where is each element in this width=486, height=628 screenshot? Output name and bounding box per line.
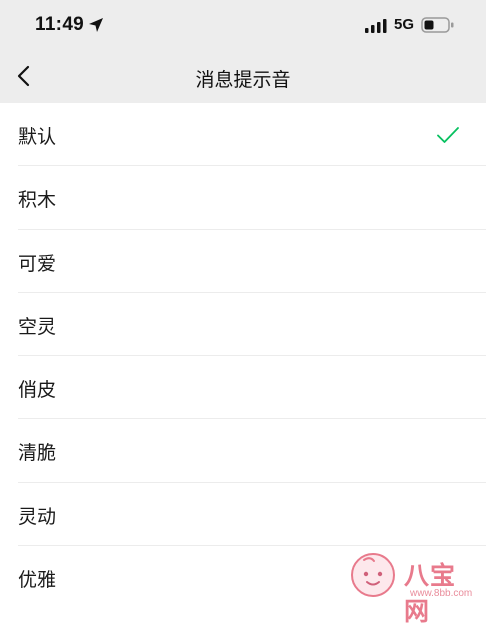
sound-option-label: 默认 bbox=[18, 126, 57, 148]
sound-option-playful[interactable]: 俏皮 bbox=[0, 356, 486, 420]
sound-option-label: 积木 bbox=[18, 189, 57, 212]
page-title: 消息提示音 bbox=[195, 69, 291, 91]
baby-face-icon bbox=[351, 553, 395, 597]
navigation-bar: 消息提示音 bbox=[0, 50, 486, 103]
sound-option-label: 灵动 bbox=[18, 505, 57, 528]
sound-option-blocks[interactable]: 积木 bbox=[0, 166, 486, 230]
sound-list: 默认 积木 可爱 空灵 俏皮 清脆 灵动 优雅 bbox=[0, 103, 486, 610]
status-time: 11:49 bbox=[35, 14, 85, 35]
header-area: 11:49 5G 消息提示音 bbox=[0, 0, 486, 103]
sound-option-default[interactable]: 默认 bbox=[0, 103, 486, 167]
sound-option-label: 优雅 bbox=[18, 569, 57, 592]
battery-icon bbox=[421, 17, 454, 33]
sound-option-label: 空灵 bbox=[18, 315, 57, 338]
sound-option-crisp[interactable]: 清脆 bbox=[0, 419, 486, 484]
location-arrow-icon bbox=[89, 18, 103, 32]
sound-option-cute[interactable]: 可爱 bbox=[0, 229, 486, 294]
sound-option-ethereal[interactable]: 空灵 bbox=[0, 292, 486, 357]
status-bar: 11:49 5G bbox=[0, 0, 486, 50]
watermark-url: www.8bb.com bbox=[410, 588, 473, 599]
sound-option-lively[interactable]: 灵动 bbox=[0, 482, 486, 547]
signal-bars-icon bbox=[365, 19, 387, 33]
checkmark-icon bbox=[437, 127, 459, 143]
sound-option-label: 可爱 bbox=[18, 252, 57, 275]
sound-option-label: 清脆 bbox=[18, 442, 57, 465]
sound-option-label: 俏皮 bbox=[18, 379, 57, 402]
network-type: 5G bbox=[394, 16, 415, 33]
watermark: 八宝网 www.8bb.com bbox=[350, 548, 480, 626]
